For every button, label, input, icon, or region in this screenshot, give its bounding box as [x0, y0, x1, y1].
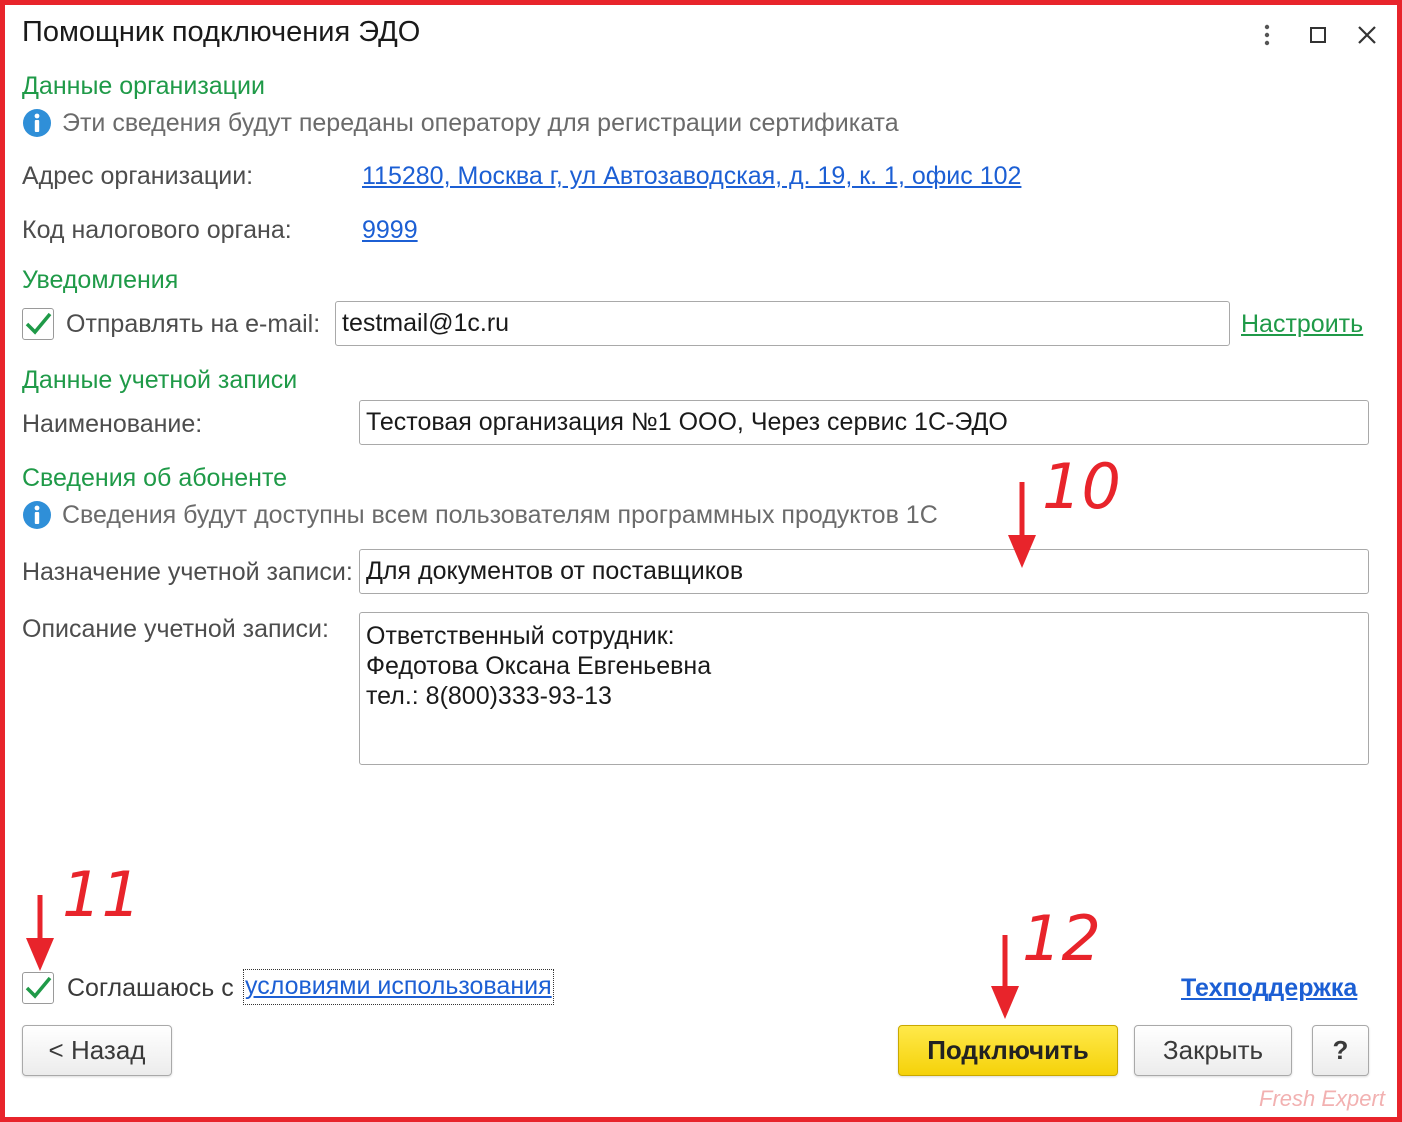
- annotation-arrow-10: [1008, 482, 1036, 568]
- more-menu-icon[interactable]: [1250, 18, 1284, 52]
- description-line: тел.: 8(800)333-93-13: [366, 682, 612, 710]
- support-link[interactable]: Техподдержка: [1181, 974, 1357, 1003]
- section-org-data: Данные организации: [22, 72, 265, 100]
- description-label: Описание учетной записи:: [22, 615, 329, 643]
- email-label: Отправлять на e-mail:: [66, 310, 321, 338]
- address-label: Адрес организации:: [22, 162, 254, 190]
- section-subscriber: Сведения об абоненте: [22, 464, 288, 492]
- email-field[interactable]: testmail@1c.ru: [335, 301, 1230, 346]
- configure-link[interactable]: Настроить: [1241, 310, 1363, 339]
- watermark: Fresh Expert: [1259, 1086, 1385, 1111]
- window-title: Помощник подключения ЭДО: [22, 16, 421, 48]
- back-button[interactable]: < Назад: [22, 1025, 172, 1076]
- info-icon: [23, 501, 51, 529]
- subscriber-info-row: Сведения будут доступны всем пользовател…: [22, 500, 938, 530]
- help-button[interactable]: ?: [1312, 1025, 1369, 1076]
- close-button[interactable]: Закрыть: [1134, 1025, 1292, 1076]
- agreement-checkbox[interactable]: [22, 972, 54, 1004]
- tax-code-label: Код налогового органа:: [22, 216, 292, 244]
- checkmark-icon: [25, 976, 52, 999]
- annotation-11: 11: [62, 858, 141, 931]
- account-name-label: Наименование:: [22, 410, 203, 438]
- agreement-text: Соглашаюсь с: [67, 974, 234, 1002]
- description-line: Федотова Оксана Евгеньевна: [366, 652, 712, 680]
- terms-link[interactable]: условиями использования: [243, 969, 554, 1005]
- section-notifications: Уведомления: [22, 266, 179, 294]
- email-checkbox[interactable]: [22, 308, 54, 340]
- annotation-12: 12: [1022, 902, 1101, 975]
- close-icon[interactable]: [1350, 18, 1384, 52]
- description-textarea[interactable]: Ответственный сотрудник: Федотова Оксана…: [359, 612, 1369, 765]
- annotation-arrow-12: [991, 935, 1019, 1019]
- maximize-icon[interactable]: [1301, 18, 1335, 52]
- org-info-text: Эти сведения будут переданы оператору дл…: [62, 108, 899, 137]
- checkmark-icon: [25, 312, 52, 335]
- tax-code-link[interactable]: 9999: [362, 216, 418, 245]
- annotation-arrow-11: [26, 895, 54, 971]
- org-info-row: Эти сведения будут переданы оператору дл…: [22, 108, 899, 138]
- connect-button[interactable]: Подключить: [898, 1025, 1118, 1076]
- section-account-data: Данные учетной записи: [22, 366, 298, 394]
- description-line: Ответственный сотрудник:: [366, 622, 675, 650]
- purpose-label: Назначение учетной записи:: [22, 558, 353, 586]
- annotation-10: 10: [1042, 450, 1121, 523]
- purpose-field[interactable]: Для документов от поставщиков: [359, 549, 1369, 594]
- address-link[interactable]: 115280, Москва г, ул Автозаводская, д. 1…: [362, 162, 1021, 191]
- info-icon: [23, 109, 51, 137]
- account-name-field[interactable]: Тестовая организация №1 ООО, Через серви…: [359, 400, 1369, 445]
- subscriber-info-text: Сведения будут доступны всем пользовател…: [62, 500, 938, 529]
